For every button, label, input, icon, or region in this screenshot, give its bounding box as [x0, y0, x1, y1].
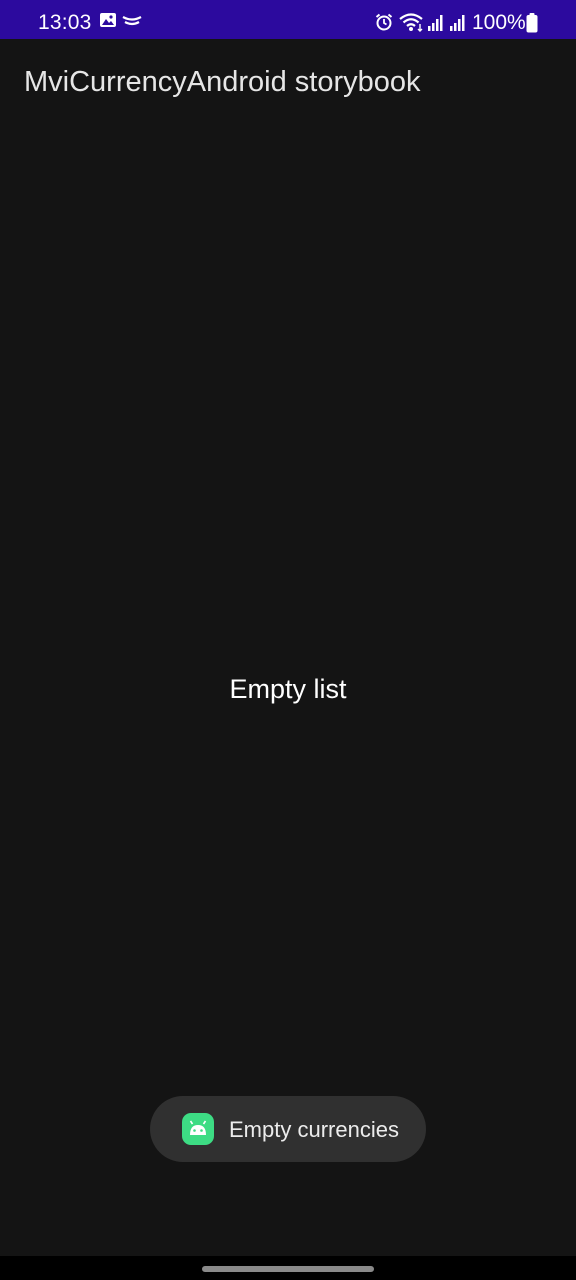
app-title: MviCurrencyAndroid storybook [24, 66, 421, 98]
cast-icon [122, 16, 142, 26]
signal-icon [450, 15, 465, 31]
status-bar: 13:03 100% [0, 0, 576, 39]
wifi-icon [399, 13, 423, 32]
gallery-icon [100, 13, 116, 27]
toast: Empty currencies [150, 1096, 426, 1162]
empty-list-message: Empty list [229, 674, 347, 704]
battery-icon [526, 13, 538, 33]
navigation-bar [0, 1256, 576, 1280]
home-gesture-handle[interactable] [202, 1266, 374, 1272]
app-bar: MviCurrencyAndroid storybook [0, 39, 576, 127]
alarm-icon [375, 13, 393, 31]
status-time: 13:03 [38, 11, 92, 34]
android-app-icon [182, 1113, 214, 1145]
battery-percentage: 100% [472, 11, 526, 34]
signal-icon [428, 15, 443, 31]
toast-message: Empty currencies [229, 1117, 399, 1142]
